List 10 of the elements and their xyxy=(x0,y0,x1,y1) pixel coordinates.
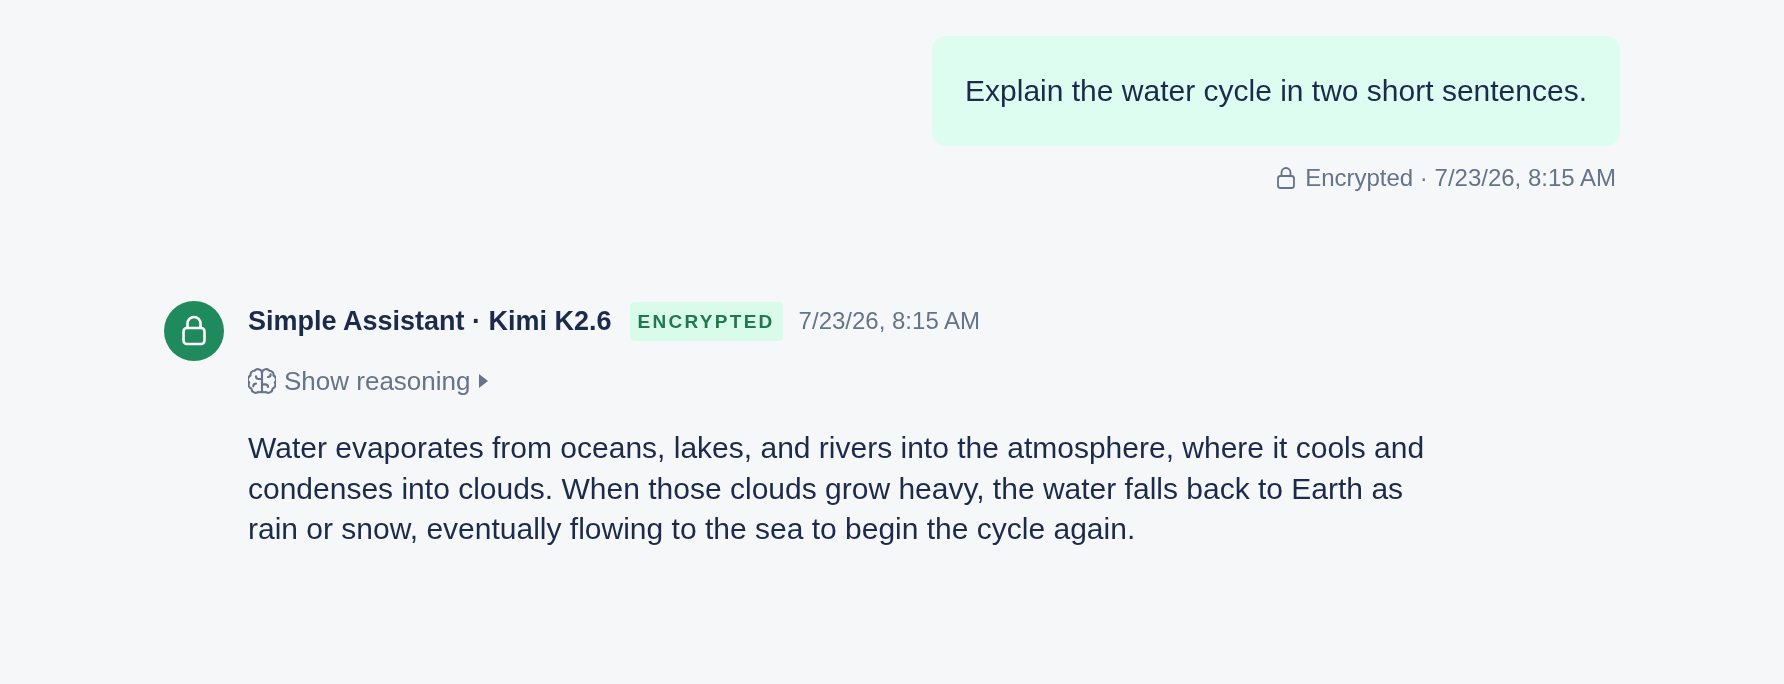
assistant-answer-text: Water evaporates from oceans, lakes, and rivers into the atmosphere, where it cools and condenses into clouds. When those clouds grow heavy, the water falls back to Earth as rain or snow, eventually flowing to the sea to begin the cycle again. xyxy=(248,430,1426,547)
avatar-lock-icon xyxy=(164,301,224,361)
show-reasoning-button[interactable]: Show reasoning xyxy=(248,363,489,399)
user-message-bubble: Explain the water cycle in two short sentences. xyxy=(932,36,1620,146)
message-timestamp: 7/23/26, 8:15 AM xyxy=(798,306,981,336)
lock-icon xyxy=(1276,166,1297,190)
encrypted-badge: ENCRYPTED xyxy=(629,301,783,341)
sender-name: Simple Assistant · Kimi K2.6 xyxy=(248,305,612,338)
brain-icon xyxy=(248,367,276,395)
message-status-text: Encrypted · 7/23/26, 8:15 AM xyxy=(1305,163,1616,193)
